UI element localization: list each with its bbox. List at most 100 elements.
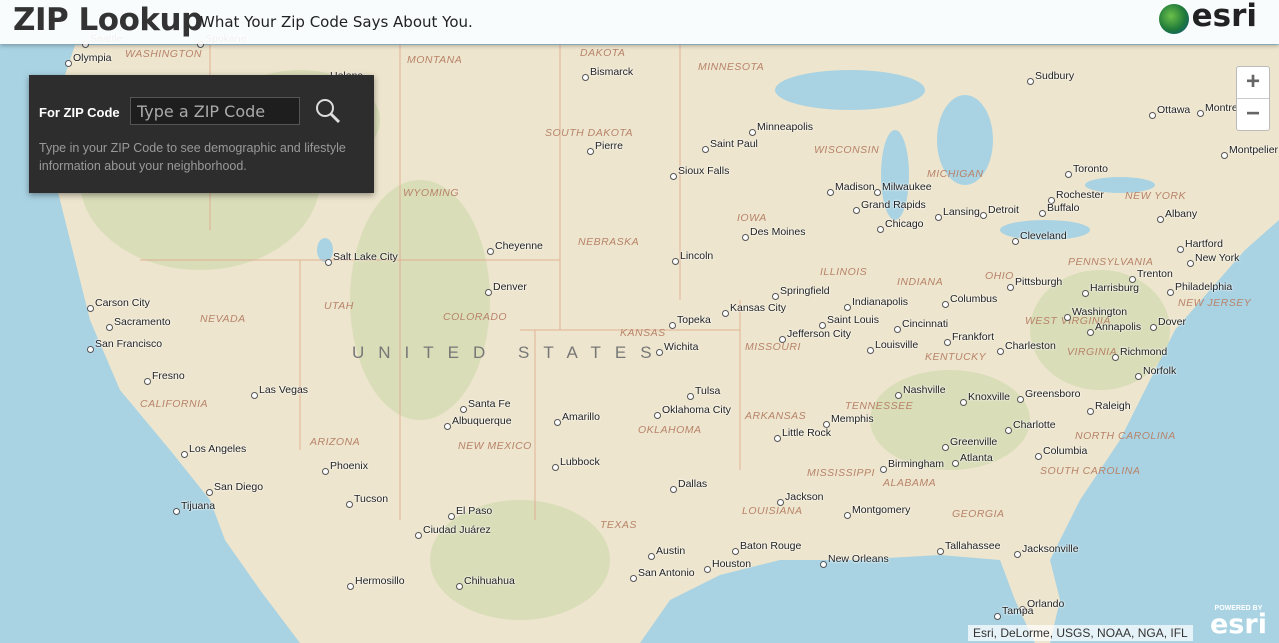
state-label: MINNESOTA (698, 61, 765, 73)
city-marker (1064, 314, 1071, 321)
city-marker (1005, 427, 1012, 434)
state-label: KANSAS (620, 327, 666, 339)
city-label: San Diego (214, 481, 264, 493)
state-label: MISSISSIPPI (807, 467, 875, 479)
city-label: Tijuana (181, 500, 216, 512)
app-tagline: What Your Zip Code Says About You. (200, 13, 473, 31)
city-marker (942, 444, 949, 451)
zoom-in-button[interactable]: + (1237, 67, 1269, 99)
zip-input[interactable] (130, 97, 300, 125)
city-label: Detroit (988, 204, 1019, 216)
city-label: Washington (1072, 306, 1128, 318)
city-label: New Orleans (828, 553, 889, 565)
city-label: Dallas (678, 478, 708, 490)
state-label: VIRGINIA (1067, 346, 1118, 358)
state-label: WISCONSIN (814, 144, 880, 156)
city-marker (702, 146, 709, 153)
country-label: UNITED STATES (352, 343, 666, 362)
city-marker (87, 305, 94, 312)
state-label: INDIANA (897, 276, 944, 288)
city-marker (774, 435, 781, 442)
city-label: Frankfort (952, 331, 995, 343)
city-marker (1035, 453, 1042, 460)
city-label: Jefferson City (787, 328, 851, 340)
city-label: Sioux Falls (678, 165, 730, 177)
city-label: Memphis (831, 413, 874, 425)
city-marker (997, 348, 1004, 355)
city-marker (732, 548, 739, 555)
city-label: Lubbock (560, 456, 600, 468)
city-label: Oklahoma City (662, 404, 731, 416)
city-label: San Francisco (95, 338, 163, 350)
city-label: Madison (835, 181, 875, 193)
city-label: Albany (1165, 208, 1198, 220)
city-label: Tallahassee (945, 540, 1001, 552)
state-label: GEORGIA (952, 508, 1005, 520)
state-label: KENTUCKY (925, 351, 987, 363)
city-label: Indianapolis (852, 296, 909, 308)
city-marker (1197, 110, 1204, 117)
powered-by-esri: esri (1210, 609, 1267, 640)
city-label: Des Moines (750, 226, 806, 238)
city-marker (1065, 171, 1072, 178)
city-marker (444, 423, 451, 430)
state-label: OHIO (985, 270, 1014, 282)
state-label: IOWA (737, 212, 767, 224)
state-label: ARIZONA (310, 436, 361, 448)
city-label: Baton Rouge (740, 540, 802, 552)
city-marker (844, 304, 851, 311)
zip-search-panel: For ZIP Code Type in your ZIP Code to se… (29, 75, 374, 193)
city-marker (722, 310, 729, 317)
city-marker (1012, 238, 1019, 245)
state-label: NEW MEXICO (458, 440, 532, 452)
city-label: Albuquerque (452, 415, 512, 427)
state-label: NEW YORK (1125, 190, 1186, 202)
city-marker (937, 548, 944, 555)
city-marker (1157, 216, 1164, 223)
city-marker (1149, 112, 1156, 119)
city-marker (106, 324, 113, 331)
city-label: Kansas City (730, 302, 787, 314)
city-marker (485, 289, 492, 296)
city-marker (654, 412, 661, 419)
state-label: OKLAHOMA (638, 424, 702, 436)
city-marker (874, 189, 881, 196)
city-marker (1007, 284, 1014, 291)
city-marker (65, 60, 72, 67)
esri-logo[interactable]: esri (1158, 0, 1257, 34)
city-marker (322, 468, 329, 475)
city-marker (779, 336, 786, 343)
city-label: Charlotte (1013, 419, 1056, 431)
zoom-control: + − (1236, 66, 1270, 131)
city-label: Hartford (1185, 238, 1223, 250)
city-marker (942, 301, 949, 308)
city-marker (777, 499, 784, 506)
city-marker (1017, 396, 1024, 403)
city-label: Denver (493, 281, 527, 293)
city-label: Milwaukee (882, 181, 932, 193)
city-label: Ottawa (1157, 104, 1191, 116)
state-label: TEXAS (600, 519, 637, 531)
city-marker (456, 583, 463, 590)
zoom-out-button[interactable]: − (1237, 99, 1269, 130)
city-marker (1129, 276, 1136, 283)
city-label: Norfolk (1143, 365, 1177, 377)
city-marker (181, 451, 188, 458)
city-marker (1150, 324, 1157, 331)
city-label: Buffalo (1047, 202, 1080, 214)
city-marker (648, 553, 655, 560)
city-marker (552, 464, 559, 471)
city-label: Atlanta (960, 452, 993, 464)
city-label: Harrisburg (1090, 282, 1140, 294)
city-marker (880, 466, 887, 473)
search-button[interactable] (314, 97, 342, 125)
city-label: Trenton (1137, 268, 1173, 280)
city-marker (448, 513, 455, 520)
city-label: Grand Rapids (861, 199, 926, 211)
city-marker (749, 129, 756, 136)
city-label: Chicago (885, 218, 924, 230)
city-marker (687, 393, 694, 400)
city-marker (827, 189, 834, 196)
city-label: Saint Paul (710, 138, 758, 150)
city-label: Lansing (943, 206, 980, 218)
